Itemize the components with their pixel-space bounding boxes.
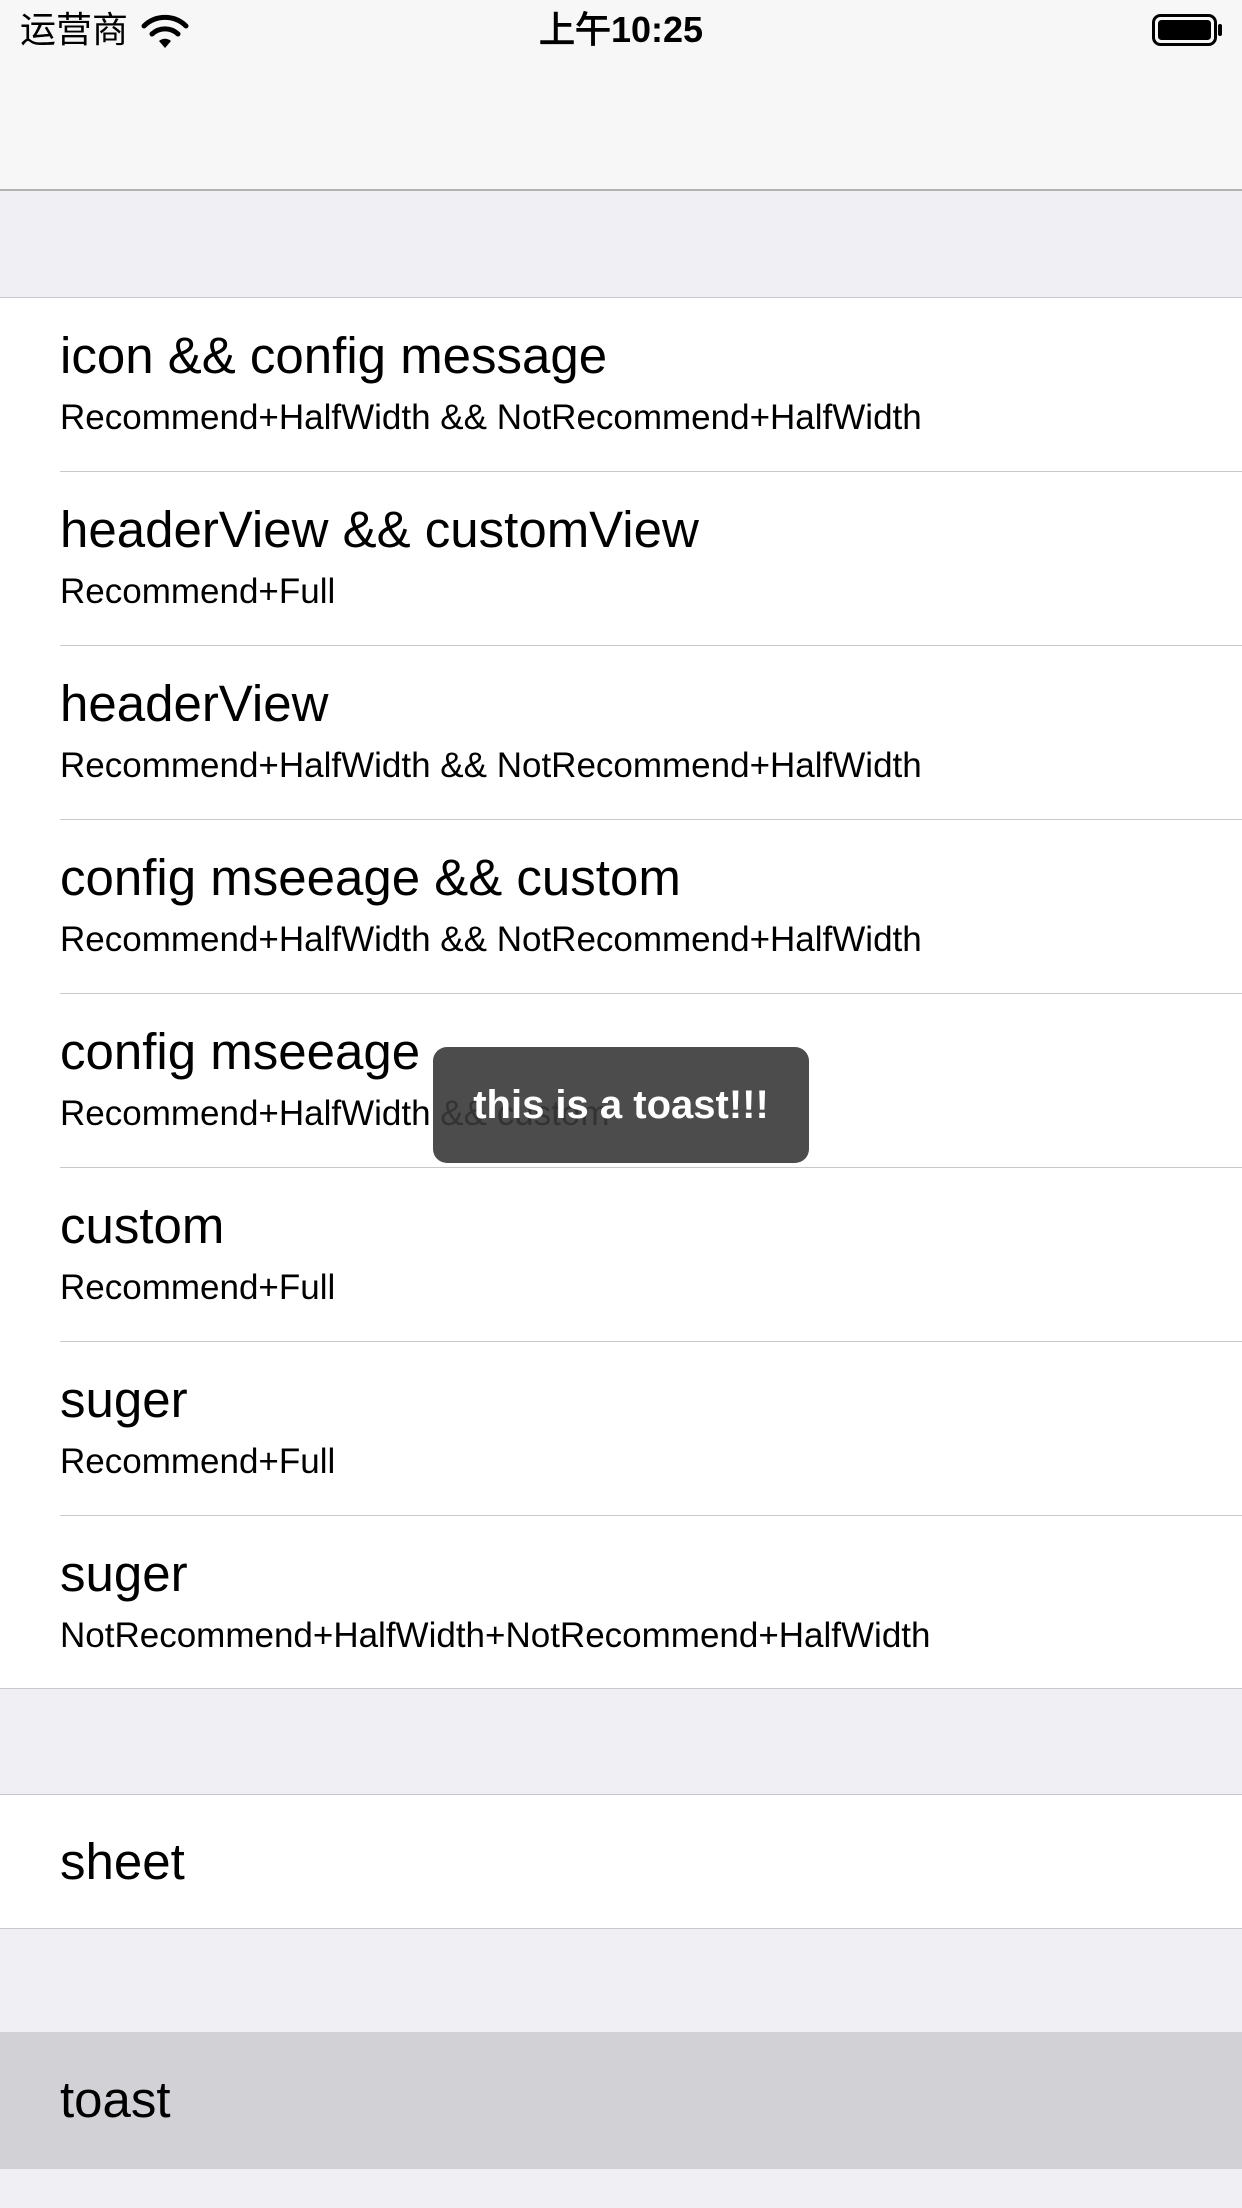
list-item-title: toast [60, 2071, 171, 2128]
list-item-subtitle: Recommend+Full [60, 1268, 336, 1307]
list-item[interactable]: suger Recommend+Full [0, 1342, 1242, 1516]
list-item-title: suger [60, 1371, 188, 1428]
list-item-title: custom [60, 1197, 225, 1254]
list-item[interactable]: custom Recommend+Full [0, 1168, 1242, 1342]
list-item-title: headerView && customView [60, 501, 699, 558]
list-item-subtitle: Recommend+Full [60, 572, 336, 611]
sheet-item[interactable]: sheet [0, 1795, 1242, 1928]
list-item-title: config mseeage [60, 1023, 421, 1080]
list-item-title: headerView [60, 675, 329, 732]
list-item[interactable]: icon && config message Recommend+HalfWid… [0, 298, 1242, 472]
navigation-bar [0, 60, 1242, 191]
list-item-title: sheet [60, 1833, 185, 1890]
status-bar: 运营商 上午10:25 [0, 0, 1242, 60]
list-item-subtitle: Recommend+Full [60, 1442, 336, 1481]
list-item-title: config mseeage && custom [60, 849, 681, 906]
status-time: 上午10:25 [538, 9, 704, 50]
list-item[interactable]: config mseeage && custom Recommend+HalfW… [0, 820, 1242, 994]
list-item[interactable]: headerView && customView Recommend+Full [0, 472, 1242, 646]
battery-icon [1152, 14, 1222, 46]
sheet-section: sheet [0, 1794, 1242, 1929]
toast-item[interactable]: toast [0, 2032, 1242, 2169]
list-item-subtitle: Recommend+HalfWidth && NotRecommend+Half… [60, 398, 922, 437]
list-item-title: suger [60, 1545, 188, 1602]
alert-examples-section: icon && config message Recommend+HalfWid… [0, 297, 1242, 1689]
toast-message: this is a toast!!! [433, 1047, 809, 1163]
list-item[interactable]: headerView Recommend+HalfWidth && NotRec… [0, 646, 1242, 820]
toast-section: toast [0, 2032, 1242, 2169]
list-item-subtitle: Recommend+HalfWidth && NotRecommend+Half… [60, 920, 922, 959]
list-item[interactable]: suger NotRecommend+HalfWidth+NotRecommen… [0, 1516, 1242, 1690]
list-item-subtitle: Recommend+HalfWidth && NotRecommend+Half… [60, 746, 922, 785]
list-item-title: icon && config message [60, 327, 608, 384]
list-item-subtitle: NotRecommend+HalfWidth+NotRecommend+Half… [60, 1616, 931, 1655]
